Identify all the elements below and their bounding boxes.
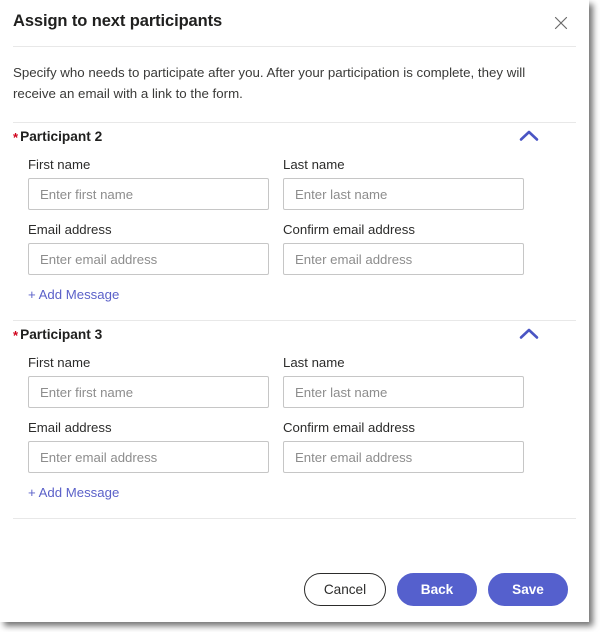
last-name-label: Last name [283, 355, 345, 370]
cancel-button[interactable]: Cancel [304, 573, 386, 606]
page-title: Assign to next participants [13, 12, 223, 30]
save-button[interactable]: Save [488, 573, 568, 606]
last-name-input[interactable] [283, 178, 524, 210]
email-field-row: Email address Confirm email address [28, 420, 528, 473]
name-field-row: First name Last name [28, 157, 528, 210]
confirm-email-address-input[interactable] [283, 243, 524, 275]
back-button[interactable]: Back [397, 573, 477, 606]
participant-section-header: * Participant 2 [0, 123, 589, 157]
last-name-label: Last name [283, 157, 345, 172]
first-name-field: First name [28, 157, 269, 210]
last-name-input[interactable] [283, 376, 524, 408]
confirm-email-address-field: Confirm email address [283, 222, 524, 275]
participant-section-divider [13, 518, 576, 519]
participant-field-grid: First name Last name Email address Confi… [28, 355, 528, 473]
email-address-input[interactable] [28, 441, 269, 473]
first-name-input[interactable] [28, 178, 269, 210]
add-message-link[interactable]: + Add Message [28, 485, 119, 500]
chevron-up-icon[interactable] [516, 126, 542, 146]
participant-section-title: * Participant 2 [13, 129, 103, 145]
header-divider [13, 46, 576, 47]
confirm-email-address-input[interactable] [283, 441, 524, 473]
participants-list: *Participant 2 First name Last name [0, 123, 589, 519]
confirm-email-address-label: Confirm email address [283, 420, 415, 435]
participant-section-2: *Participant 3 First name Last name [0, 321, 589, 519]
email-address-label: Email address [28, 420, 112, 435]
footer-button-group: Cancel Back Save [304, 573, 568, 606]
add-message-link[interactable]: + Add Message [28, 287, 119, 302]
participant-label: Participant 3 [20, 327, 103, 342]
participant-section-title: * Participant 3 [13, 327, 103, 343]
email-field-row: Email address Confirm email address [28, 222, 528, 275]
chevron-up-icon[interactable] [516, 324, 542, 344]
last-name-field: Last name [283, 355, 524, 408]
first-name-label: First name [28, 355, 91, 370]
email-address-field: Email address [28, 222, 269, 275]
confirm-email-address-field: Confirm email address [283, 420, 524, 473]
name-field-row: First name Last name [28, 355, 528, 408]
confirm-email-address-label: Confirm email address [283, 222, 415, 237]
assign-participants-dialog: Assign to next participants Specify who … [0, 0, 589, 622]
dialog-description: Specify who needs to participate after y… [13, 65, 526, 101]
participant-field-grid: First name Last name Email address Confi… [28, 157, 528, 275]
participant-section-header: * Participant 3 [0, 321, 589, 355]
email-address-field: Email address [28, 420, 269, 473]
first-name-field: First name [28, 355, 269, 408]
participant-section-1: *Participant 2 First name Last name [0, 123, 589, 321]
last-name-field: Last name [283, 157, 524, 210]
first-name-input[interactable] [28, 376, 269, 408]
dialog-header: Assign to next participants [0, 0, 589, 46]
email-address-label: Email address [28, 222, 112, 237]
close-icon[interactable] [550, 12, 572, 34]
required-asterisk: * [13, 130, 19, 145]
participant-label: Participant 2 [20, 129, 103, 144]
first-name-label: First name [28, 157, 91, 172]
required-asterisk: * [13, 328, 19, 343]
dialog-footer: Cancel Back Save [0, 556, 589, 622]
screen: Assign to next participants Specify who … [0, 0, 600, 632]
email-address-input[interactable] [28, 243, 269, 275]
